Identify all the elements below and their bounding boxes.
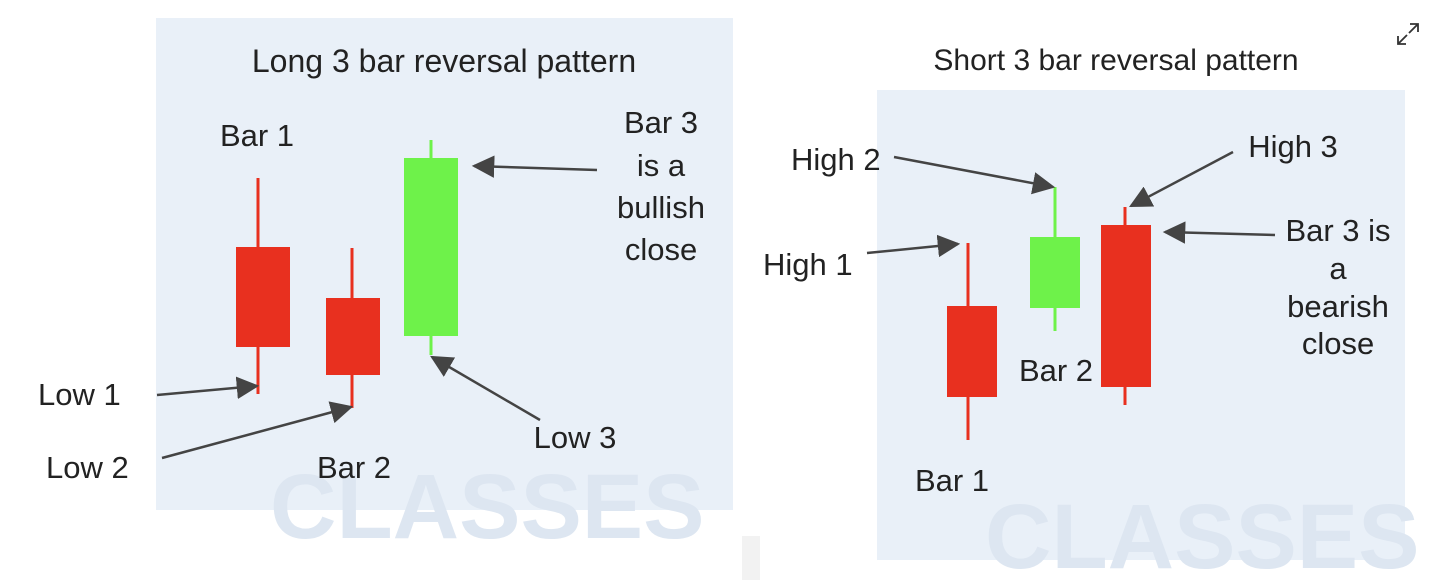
diagram-canvas: CLASSES Long 3 bar reversal pattern Bar … bbox=[38, 18, 1420, 582]
long-bar-2-body bbox=[326, 298, 380, 375]
long-bar-3-note-line-3: bullish bbox=[617, 190, 705, 225]
short-bar-3-note-line-3: bearish bbox=[1287, 289, 1389, 324]
long-panel-title: Long 3 bar reversal pattern bbox=[252, 43, 636, 79]
short-high-1-label: High 1 bbox=[763, 247, 853, 282]
short-bar-3-note-line-2: a bbox=[1329, 251, 1347, 286]
panel-divider bbox=[742, 536, 760, 580]
long-bar-1-label: Bar 1 bbox=[220, 118, 294, 153]
long-pattern-panel: CLASSES Long 3 bar reversal pattern Bar … bbox=[38, 18, 733, 558]
long-low-3-label: Low 3 bbox=[534, 420, 617, 455]
short-bar-3-note-line-1: Bar 3 is bbox=[1285, 213, 1390, 248]
short-high-2-label: High 2 bbox=[791, 142, 881, 177]
expand-button[interactable] bbox=[1382, 8, 1434, 60]
short-bar-1-body bbox=[947, 306, 997, 397]
short-bar-1-label: Bar 1 bbox=[915, 463, 989, 498]
long-bar-3-note-line-4: close bbox=[625, 232, 697, 267]
long-low-2-label: Low 2 bbox=[46, 450, 129, 485]
long-low-1-label: Low 1 bbox=[38, 377, 121, 412]
long-bar-3-note-line-2: is a bbox=[637, 148, 686, 183]
long-bar-1-body bbox=[236, 247, 290, 347]
short-bar-3-body bbox=[1101, 225, 1151, 387]
short-bar-2-label: Bar 2 bbox=[1019, 353, 1093, 388]
long-bar-3-candle bbox=[404, 140, 458, 355]
short-bar-3-candle bbox=[1101, 207, 1151, 405]
short-pattern-panel: CLASSES Short 3 bar reversal pattern Bar… bbox=[763, 24, 1420, 582]
short-panel-watermark: CLASSES bbox=[985, 486, 1420, 582]
long-bar-3-note-line-1: Bar 3 bbox=[624, 105, 698, 140]
long-bar-2-label: Bar 2 bbox=[317, 450, 391, 485]
short-panel-title: Short 3 bar reversal pattern bbox=[933, 44, 1298, 77]
short-bar-2-body bbox=[1030, 237, 1080, 308]
short-bar-3-note-line-4: close bbox=[1302, 326, 1374, 361]
short-high-3-label: High 3 bbox=[1248, 129, 1338, 164]
long-bar-3-body bbox=[404, 158, 458, 336]
